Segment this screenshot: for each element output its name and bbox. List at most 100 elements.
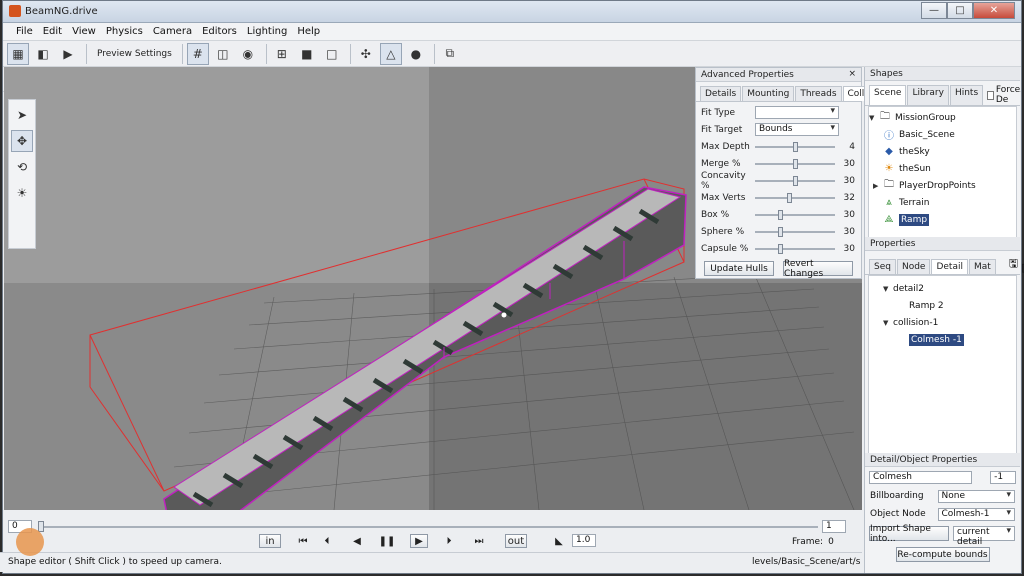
slider-value: 30	[843, 243, 855, 254]
frame-value: 0	[828, 537, 834, 547]
tree-item-playerdroppoints[interactable]: ▶ 🗀 PlayerDropPoints	[869, 177, 1016, 194]
tab-library[interactable]: Library	[907, 85, 949, 105]
slider-value: 30	[843, 209, 855, 220]
menu-help[interactable]: Help	[292, 23, 325, 40]
update-hulls-button[interactable]: Update Hulls	[704, 261, 774, 276]
tab-mounting[interactable]: Mounting	[742, 86, 795, 101]
timeline-end-input[interactable]: 1	[822, 520, 846, 533]
slider-thumb[interactable]	[777, 243, 783, 254]
play-game-icon[interactable]: ▶	[57, 43, 79, 65]
sun-icon: ☀	[884, 163, 894, 174]
slider-control[interactable]	[755, 209, 835, 221]
move-gizmo-icon[interactable]: ✥	[11, 130, 33, 152]
fit-target-select[interactable]: Bounds	[755, 123, 839, 136]
slider-control[interactable]	[755, 192, 835, 204]
tree-item-colmesh[interactable]: Colmesh -1	[869, 331, 1016, 348]
tree-item-terrain[interactable]: ⩓ Terrain	[869, 194, 1016, 211]
revert-changes-button[interactable]: Revert Changes	[783, 259, 853, 279]
slider-control[interactable]	[755, 175, 835, 187]
slider-row: Concavity % 30	[696, 171, 861, 191]
tab-mat[interactable]: Mat	[968, 259, 996, 274]
gizmo-icon[interactable]: ✣	[355, 43, 377, 65]
slider-control[interactable]	[755, 158, 835, 170]
rotate-gizmo-icon[interactable]: ⟲	[11, 156, 33, 178]
tree-item-thesky[interactable]: ◆ theSky	[869, 143, 1016, 160]
timeline-bar: 0 1	[4, 512, 862, 552]
tab-scene[interactable]: Scene	[869, 85, 907, 105]
tree-item-collision[interactable]: ▼ collision-1	[869, 314, 1016, 331]
select-arrow-icon[interactable]: ➤	[11, 104, 33, 126]
menu-lighting[interactable]: Lighting	[242, 23, 292, 40]
save-icon[interactable]: 🖫	[1009, 255, 1018, 274]
step-forward-icon[interactable]: ⏵	[442, 534, 456, 548]
slider-control[interactable]	[755, 141, 835, 153]
slider-thumb[interactable]	[777, 226, 783, 237]
slider-row: Max Verts 32	[696, 189, 861, 206]
close-button[interactable]: ✕	[973, 2, 1015, 19]
object-node-select[interactable]: Colmesh-1	[937, 507, 1015, 521]
slider-control[interactable]	[755, 243, 835, 255]
snap-icon[interactable]: ⊞	[271, 43, 293, 65]
material-sphere-icon[interactable]: ●	[405, 43, 427, 65]
shape-editor-icon[interactable]: △	[379, 42, 402, 65]
tree-item-detail2[interactable]: ▼ detail2	[869, 280, 1016, 297]
import-shape-button[interactable]: Import Shape into...	[869, 524, 949, 544]
tree-item-thesun[interactable]: ☀ theSun	[869, 160, 1016, 177]
world-editor-icon[interactable]: ▦	[7, 42, 29, 65]
tree-item-basic-scene[interactable]: ⓘ Basic_Scene	[869, 126, 1016, 143]
timeline-track[interactable]	[38, 526, 818, 528]
preview-settings-button[interactable]: Preview Settings	[91, 49, 178, 59]
skip-start-icon[interactable]: ⏮	[296, 534, 310, 548]
app-icon	[9, 5, 21, 17]
grid-icon[interactable]: #	[186, 42, 209, 65]
fit-type-select[interactable]	[755, 106, 839, 119]
slider-control[interactable]	[755, 226, 835, 238]
solid-box-icon[interactable]: ■	[296, 43, 318, 65]
visibility-icon[interactable]: ◉	[237, 43, 259, 65]
step-back-icon[interactable]: ⏴	[320, 534, 334, 548]
slider-thumb[interactable]	[777, 209, 783, 220]
current-detail-select[interactable]: current detail	[953, 526, 1015, 547]
tab-seq[interactable]: Seq	[869, 259, 896, 274]
tree-item-ramp[interactable]: ⟁ Ramp	[869, 211, 1016, 228]
play-icon[interactable]: ▶	[410, 534, 428, 548]
maximize-button[interactable]: □	[947, 2, 973, 19]
pause-icon[interactable]: ❚❚	[379, 534, 396, 548]
wire-box-icon[interactable]: □	[321, 43, 343, 65]
in-button[interactable]: in	[259, 534, 281, 548]
tab-hints[interactable]: Hints	[949, 85, 984, 105]
skip-end-icon[interactable]: ⏭	[472, 534, 486, 548]
detail-size-input[interactable]: -1	[990, 470, 1016, 484]
menu-file[interactable]: File	[11, 23, 38, 40]
slider-thumb[interactable]	[792, 141, 798, 152]
tab-node[interactable]: Node	[896, 259, 931, 274]
billboarding-select[interactable]: None	[937, 489, 1015, 503]
slider-thumb[interactable]	[786, 192, 792, 203]
recompute-bounds-button[interactable]: Re-compute bounds	[895, 547, 990, 562]
menu-edit[interactable]: Edit	[38, 23, 67, 40]
speed-input[interactable]: 1.0	[572, 534, 596, 547]
tree-item-ramp2[interactable]: Ramp 2	[869, 297, 1016, 314]
advanced-close-icon[interactable]: ×	[848, 69, 856, 79]
play-reverse-icon[interactable]: ◀	[350, 534, 364, 548]
camera-view-icon[interactable]: ◫	[212, 43, 234, 65]
slider-thumb[interactable]	[792, 175, 798, 186]
out-button[interactable]: out	[505, 534, 527, 548]
right-panel: Shapes Scene Library Hints Force De ▼ 🗀 Mi…	[864, 67, 1024, 573]
status-text: Shape editor ( Shift Click ) to speed up…	[8, 557, 222, 567]
tab-threads[interactable]: Threads	[795, 86, 842, 101]
window-icon[interactable]: ⧉	[439, 43, 461, 65]
menu-physics[interactable]: Physics	[101, 23, 148, 40]
tree-item-missiongroup[interactable]: ▼ 🗀 MissionGroup	[869, 109, 1016, 126]
menu-camera[interactable]: Camera	[148, 23, 197, 40]
minimize-button[interactable]: —	[921, 2, 947, 19]
sun-light-icon[interactable]: ☀	[11, 182, 33, 204]
menu-view[interactable]: View	[67, 23, 101, 40]
tab-details[interactable]: Details	[700, 86, 742, 101]
slider-thumb[interactable]	[792, 158, 798, 169]
gui-editor-icon[interactable]: ◧	[32, 43, 54, 65]
detail-name-input[interactable]: Colmesh	[869, 470, 973, 484]
tab-detail[interactable]: Detail	[931, 259, 968, 274]
menu-editors[interactable]: Editors	[197, 23, 242, 40]
force-checkbox[interactable]	[987, 90, 994, 100]
